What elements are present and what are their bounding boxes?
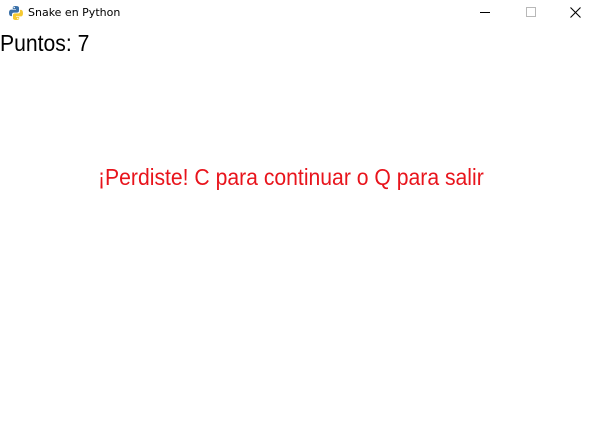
- python-icon: [8, 5, 24, 21]
- game-canvas[interactable]: Puntos: 7 ¡Perdiste! C para continuar o …: [0, 26, 598, 427]
- game-over-message: ¡Perdiste! C para continuar o Q para sal…: [98, 164, 484, 190]
- minimize-button[interactable]: [462, 0, 508, 26]
- game-window: Snake en Python Puntos: 7 ¡Perdiste! C p…: [0, 0, 598, 427]
- maximize-button[interactable]: [508, 0, 554, 26]
- title-bar[interactable]: Snake en Python: [0, 0, 598, 26]
- close-button[interactable]: [552, 0, 598, 26]
- score-label: Puntos: 7: [0, 30, 90, 56]
- window-title: Snake en Python: [28, 6, 121, 19]
- minimize-icon: [480, 12, 490, 13]
- maximize-icon: [526, 7, 536, 17]
- close-icon: [570, 7, 581, 18]
